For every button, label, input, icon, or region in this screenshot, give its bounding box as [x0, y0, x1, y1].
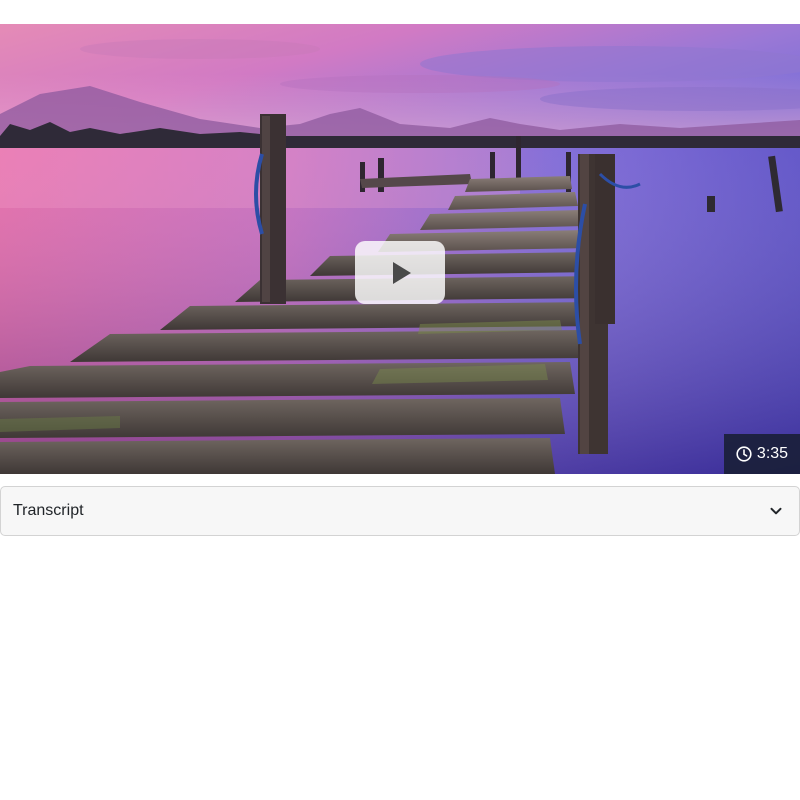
- video-player[interactable]: 3:35: [0, 24, 800, 474]
- play-button[interactable]: [355, 241, 445, 304]
- duration-text: 3:35: [756, 445, 789, 462]
- transcript-toggle[interactable]: Transcript: [0, 486, 800, 536]
- play-icon: [393, 261, 411, 284]
- transcript-label: Transcript: [13, 502, 84, 519]
- chevron-down-icon: [770, 507, 782, 515]
- page: 3:35 Transcript: [0, 0, 800, 800]
- duration-badge: 3:35: [724, 434, 800, 474]
- clock-icon: [736, 446, 752, 462]
